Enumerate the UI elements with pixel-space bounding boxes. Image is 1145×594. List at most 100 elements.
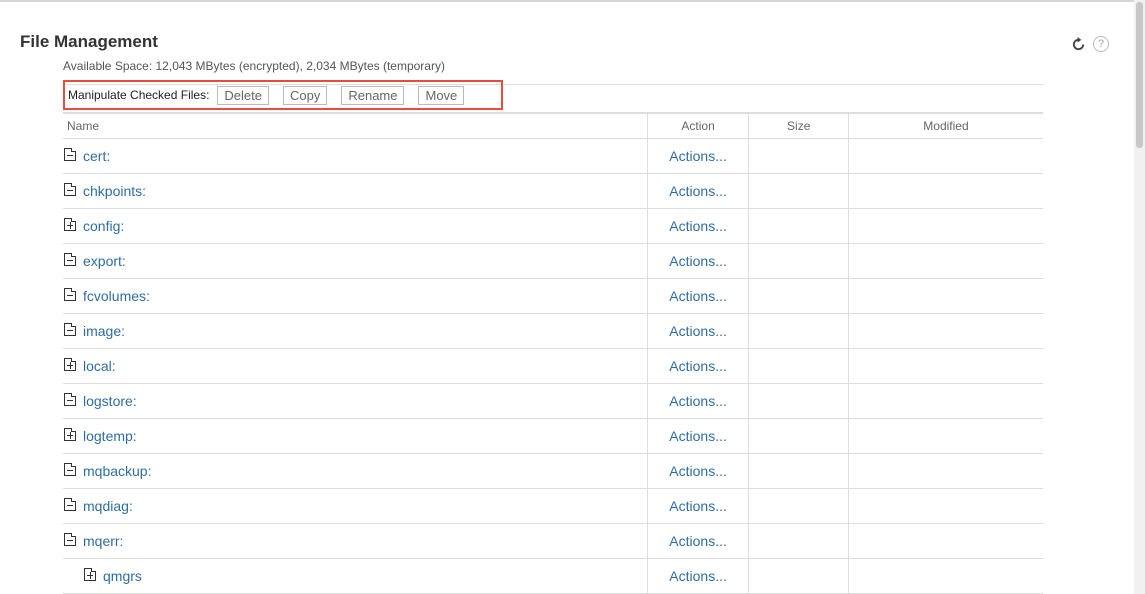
size-cell: [748, 523, 849, 559]
size-cell: [748, 453, 849, 489]
modified-cell: [847, 348, 1043, 384]
directory-link[interactable]: export:: [83, 253, 126, 269]
name-cell: mqerr:: [63, 523, 648, 559]
table-row: fcvolumes: Actions...: [63, 278, 1043, 314]
table-row: mqdiag: Actions...: [63, 488, 1043, 524]
size-cell: [748, 418, 849, 454]
size-cell: [748, 243, 849, 279]
action-cell: Actions...: [646, 418, 749, 454]
copy-button[interactable]: Copy: [282, 85, 328, 105]
action-cell: Actions...: [646, 138, 749, 174]
folder-collapse-icon[interactable]: [64, 183, 76, 196]
folder-collapse-icon[interactable]: [64, 148, 76, 161]
help-icon[interactable]: ?: [1093, 36, 1109, 52]
actions-link[interactable]: Actions...: [669, 253, 727, 269]
table-row: qmgrs Actions...: [63, 558, 1043, 594]
modified-cell: [847, 488, 1043, 524]
actions-link[interactable]: Actions...: [669, 148, 727, 164]
available-space-info: Available Space: 12,043 MBytes (encrypte…: [63, 59, 445, 73]
size-cell: [748, 313, 849, 349]
actions-link[interactable]: Actions...: [669, 288, 727, 304]
folder-expand-icon[interactable]: [64, 428, 76, 441]
size-cell: [748, 278, 849, 314]
name-cell: cert:: [63, 138, 648, 174]
size-cell: [748, 383, 849, 419]
name-cell: logstore:: [63, 383, 648, 419]
actions-link[interactable]: Actions...: [669, 218, 727, 234]
action-cell: Actions...: [646, 523, 749, 559]
folder-collapse-icon[interactable]: [64, 288, 76, 301]
modified-cell: [847, 278, 1043, 314]
move-button[interactable]: Move: [418, 85, 465, 105]
table-row: config: Actions...: [63, 208, 1043, 244]
name-cell: image:: [63, 313, 648, 349]
rename-button[interactable]: Rename: [341, 85, 405, 105]
table-row: cert: Actions...: [63, 138, 1043, 174]
table-row: export: Actions...: [63, 243, 1043, 279]
actions-link[interactable]: Actions...: [669, 568, 727, 584]
directory-link[interactable]: config:: [83, 218, 124, 234]
actions-link[interactable]: Actions...: [669, 428, 727, 444]
directory-link[interactable]: mqerr:: [83, 533, 123, 549]
folder-collapse-icon[interactable]: [64, 253, 76, 266]
directory-link[interactable]: cert:: [83, 148, 110, 164]
page-title: File Management: [20, 32, 158, 51]
name-cell: export:: [63, 243, 648, 279]
modified-cell: [847, 383, 1043, 419]
action-cell: Actions...: [646, 558, 749, 594]
folder-collapse-icon[interactable]: [64, 533, 76, 546]
directory-link[interactable]: chkpoints:: [83, 183, 146, 199]
modified-cell: [847, 138, 1043, 174]
name-cell: chkpoints:: [63, 173, 648, 209]
actions-link[interactable]: Actions...: [669, 463, 727, 479]
directory-link[interactable]: logtemp:: [83, 428, 137, 444]
vertical-scrollbar[interactable]: [1134, 0, 1145, 594]
actions-link[interactable]: Actions...: [669, 323, 727, 339]
refresh-icon[interactable]: [1070, 36, 1086, 52]
directory-link[interactable]: qmgrs: [103, 568, 142, 584]
table-row: mqerr: Actions...: [63, 523, 1043, 559]
directory-link[interactable]: logstore:: [83, 393, 137, 409]
action-cell: Actions...: [646, 383, 749, 419]
folder-collapse-icon[interactable]: [64, 498, 76, 511]
name-cell: local:: [63, 348, 648, 384]
delete-button[interactable]: Delete: [217, 85, 269, 105]
directory-link[interactable]: mqbackup:: [83, 463, 151, 479]
modified-cell: [847, 558, 1043, 594]
directory-link[interactable]: local:: [83, 358, 116, 374]
folder-expand-icon[interactable]: [84, 568, 96, 581]
manipulate-files-toolbar: Manipulate Checked Files: Delete Copy Re…: [63, 80, 503, 110]
actions-link[interactable]: Actions...: [669, 358, 727, 374]
column-header-size[interactable]: Size: [748, 112, 849, 139]
folder-collapse-icon[interactable]: [64, 463, 76, 476]
column-header-name[interactable]: Name: [63, 112, 648, 139]
action-cell: Actions...: [646, 313, 749, 349]
modified-cell: [847, 418, 1043, 454]
action-cell: Actions...: [646, 243, 749, 279]
action-cell: Actions...: [646, 208, 749, 244]
directory-link[interactable]: mqdiag:: [83, 498, 133, 514]
action-cell: Actions...: [646, 488, 749, 524]
manipulate-files-label: Manipulate Checked Files:: [68, 88, 210, 102]
name-cell: logtemp:: [63, 418, 648, 454]
actions-link[interactable]: Actions...: [669, 183, 727, 199]
directory-link[interactable]: image:: [83, 323, 125, 339]
action-cell: Actions...: [646, 173, 749, 209]
folder-collapse-icon[interactable]: [64, 393, 76, 406]
modified-cell: [847, 243, 1043, 279]
folder-expand-icon[interactable]: [64, 218, 76, 231]
table-row: logstore: Actions...: [63, 383, 1043, 419]
actions-link[interactable]: Actions...: [669, 393, 727, 409]
scrollbar-thumb[interactable]: [1136, 2, 1143, 148]
folder-collapse-icon[interactable]: [64, 323, 76, 336]
actions-link[interactable]: Actions...: [669, 498, 727, 514]
table-row: mqbackup: Actions...: [63, 453, 1043, 489]
table-row: image: Actions...: [63, 313, 1043, 349]
name-cell: mqbackup:: [63, 453, 648, 489]
size-cell: [748, 348, 849, 384]
directory-link[interactable]: fcvolumes:: [83, 288, 150, 304]
column-header-modified[interactable]: Modified: [847, 112, 1043, 139]
actions-link[interactable]: Actions...: [669, 533, 727, 549]
folder-expand-icon[interactable]: [64, 358, 76, 371]
size-cell: [748, 558, 849, 594]
